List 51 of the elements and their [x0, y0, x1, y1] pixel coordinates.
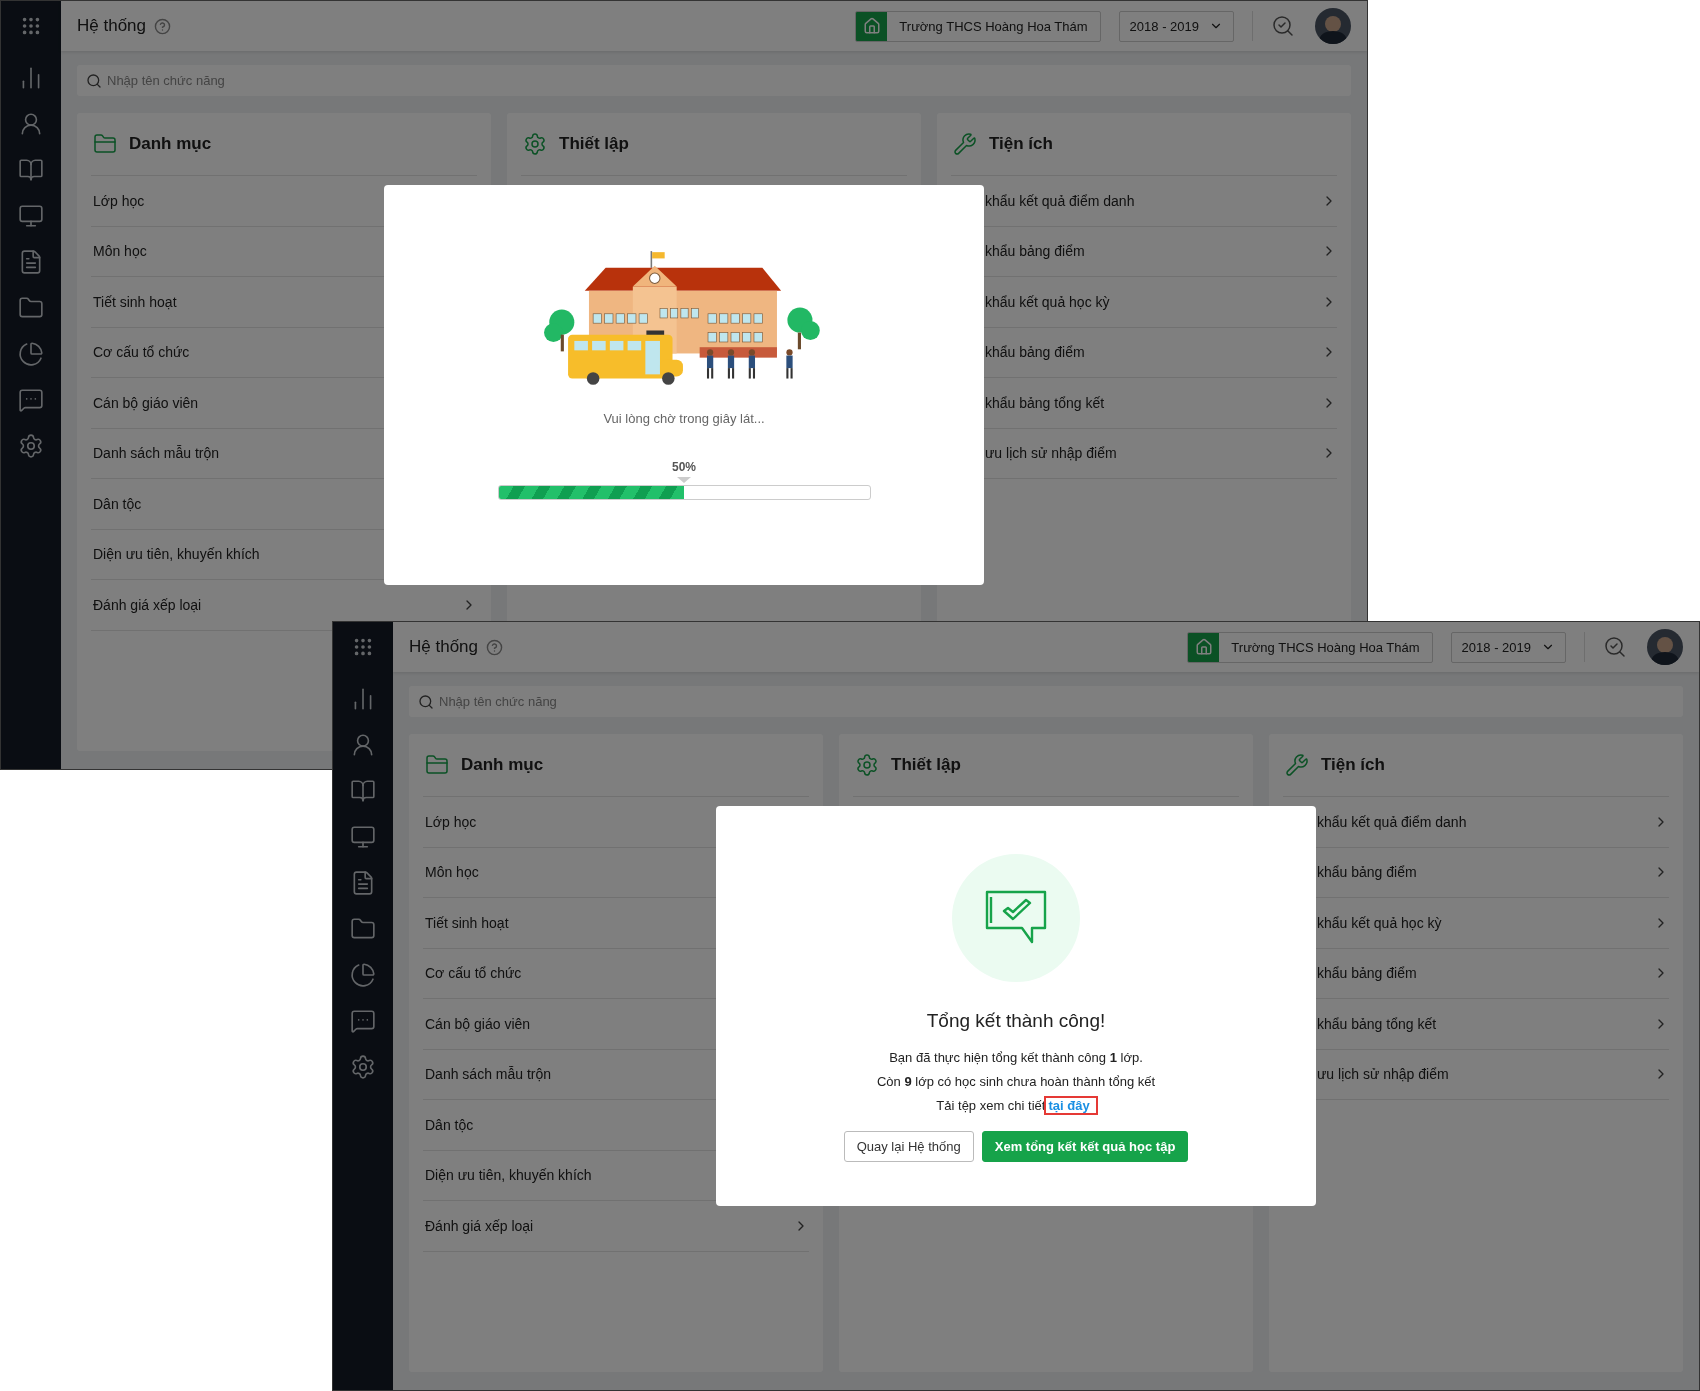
- tools-icon: [953, 132, 977, 156]
- settings-icon[interactable]: [18, 433, 44, 459]
- result-message: Bạn đã thực hiện tổng kết thành công 1 lớp.: [889, 1049, 1143, 1067]
- chat-icon[interactable]: [18, 387, 44, 413]
- book-icon[interactable]: [18, 157, 44, 183]
- user-avatar[interactable]: [1647, 629, 1683, 665]
- apps-menu-icon[interactable]: [352, 636, 374, 658]
- back-button[interactable]: Quay lại Hệ thống: [843, 1131, 974, 1162]
- settings-icon[interactable]: [350, 1054, 376, 1080]
- help-icon[interactable]: [486, 638, 503, 656]
- panel-title: Tiện ích: [1321, 755, 1385, 775]
- screen-icon[interactable]: [350, 824, 376, 850]
- settings-icon: [855, 753, 879, 777]
- user-avatar[interactable]: [1315, 8, 1351, 44]
- year-dropdown[interactable]: 2018 - 2019: [1118, 10, 1234, 42]
- panel-title: Thiết lập: [891, 755, 961, 775]
- year-dropdown[interactable]: 2018 - 2019: [1450, 631, 1566, 663]
- view-results-button[interactable]: Xem tổng kết kết quả học tập: [981, 1131, 1189, 1162]
- school-selector[interactable]: Trường THCS Hoàng Hoa Thám: [1187, 631, 1433, 663]
- school-selector[interactable]: Trường THCS Hoàng Hoa Thám: [855, 10, 1101, 42]
- tools-icon: [1285, 753, 1309, 777]
- folder-icon: [93, 132, 117, 156]
- screen-icon[interactable]: [18, 203, 44, 229]
- folder-icon: [425, 753, 449, 777]
- pie-chart-icon[interactable]: [350, 962, 376, 988]
- search-analytics-icon[interactable]: [1603, 635, 1627, 659]
- page-title: Hệ thống: [409, 637, 478, 657]
- page-title: Hệ thống: [77, 16, 146, 36]
- settings-icon: [523, 132, 547, 156]
- dialog-title: Tổng kết thành công!: [926, 1010, 1106, 1032]
- wait-message: Vui lòng chờ trong giây lát...: [603, 411, 765, 426]
- download-link[interactable]: tại đây: [1046, 1098, 1096, 1113]
- help-icon[interactable]: [154, 17, 171, 35]
- search-icon: [418, 694, 434, 710]
- chat-icon[interactable]: [350, 1008, 376, 1034]
- panel-title: Tiện ích: [989, 134, 1053, 154]
- panel-title: Danh mục: [461, 755, 544, 775]
- search-icon: [86, 73, 102, 89]
- download-message: Tải tệp xem chi tiết tại đây: [936, 1094, 1096, 1118]
- result-message: Còn 9 lớp có học sinh chưa hoàn thành tổng kết: [876, 1073, 1156, 1091]
- book-icon[interactable]: [350, 778, 376, 804]
- search-analytics-icon[interactable]: [1271, 14, 1295, 38]
- panel-title: Danh mục: [129, 134, 212, 154]
- pie-chart-icon[interactable]: [18, 341, 44, 367]
- search-field[interactable]: Nhập tên chức năng: [409, 686, 1683, 717]
- home-icon: [1188, 632, 1220, 662]
- search-field[interactable]: Nhập tên chức năng: [77, 65, 1351, 96]
- apps-menu-icon[interactable]: [20, 15, 42, 37]
- panel-title: Thiết lập: [559, 134, 629, 154]
- home-icon: [856, 11, 888, 41]
- progress-percent: 50%: [672, 460, 696, 474]
